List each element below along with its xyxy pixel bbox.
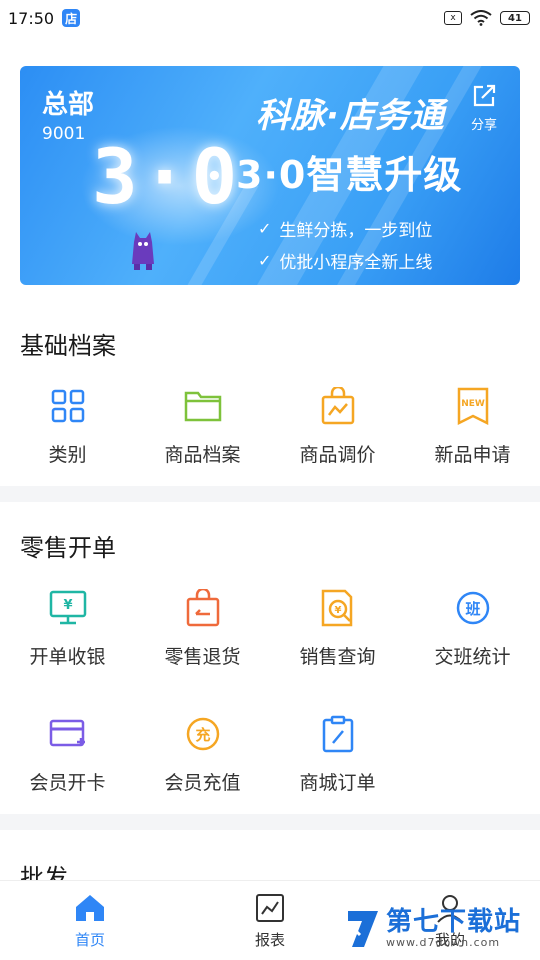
promo-banner[interactable]: 总部 9001 3·0 科脉·店务通 3·0智慧升级 ✓ 生鲜分拣，一步到位 ✓… bbox=[20, 66, 520, 285]
banner-feature-text: 优批小程序全新上线 bbox=[279, 253, 433, 273]
grid-item-label: 类别 bbox=[48, 444, 87, 466]
section-divider bbox=[0, 814, 540, 830]
retail-return-button[interactable]: 零售退货 bbox=[135, 588, 270, 669]
nav-label: 报表 bbox=[254, 931, 285, 949]
new-badge-text: NEW bbox=[461, 399, 485, 409]
mall-order-icon bbox=[322, 715, 353, 753]
grid-item-label: 商品档案 bbox=[164, 444, 241, 466]
section-basic-records: 基础档案 类别 商品档案 商品调价 NEW 新品申请 bbox=[0, 300, 540, 486]
mascot-illustration bbox=[132, 232, 154, 270]
watermark-title: 第七下载站 bbox=[386, 907, 522, 937]
cashier-monitor-icon: ¥ bbox=[49, 590, 86, 625]
home-icon bbox=[76, 895, 104, 921]
sim-off-icon: x bbox=[444, 11, 462, 25]
banner-feature-text: 生鲜分拣，一步到位 bbox=[279, 221, 433, 241]
sales-search-icon: ¥ bbox=[321, 589, 352, 627]
grid-item-label: 商品调价 bbox=[299, 444, 376, 466]
section-title: 零售开单 bbox=[20, 534, 116, 562]
grid-item-label: 交班统计 bbox=[434, 646, 511, 668]
new-product-request-button[interactable]: NEW 新品申请 bbox=[405, 386, 540, 467]
folder-icon bbox=[184, 391, 221, 422]
grid-item-label: 销售查询 bbox=[299, 646, 376, 668]
section-title: 批发 bbox=[20, 864, 68, 880]
sales-query-button[interactable]: ¥ 销售查询 bbox=[270, 588, 405, 669]
report-chart-icon bbox=[256, 894, 284, 922]
grid-item-label: 会员充值 bbox=[164, 772, 241, 794]
check-icon: ✓ bbox=[258, 219, 272, 238]
check-icon: ✓ bbox=[258, 251, 272, 270]
store-name: 总部 bbox=[42, 90, 95, 120]
checkout-button[interactable]: ¥ 开单收银 bbox=[0, 588, 135, 669]
grid-item-label: 新品申请 bbox=[434, 444, 511, 466]
shift-stats-icon: 班 bbox=[456, 591, 489, 625]
shift-char: 班 bbox=[465, 600, 480, 618]
banner-feature-2: ✓ 优批小程序全新上线 bbox=[258, 248, 432, 273]
banner-version-big: 3·0 bbox=[92, 132, 242, 221]
banner-upgrade-title: 3·0智慧升级 bbox=[236, 153, 463, 197]
new-badge-icon: NEW bbox=[457, 387, 488, 425]
price-bag-icon bbox=[321, 387, 354, 425]
grid-item-label: 零售退货 bbox=[164, 646, 241, 668]
grid-item-label: 商城订单 bbox=[299, 772, 376, 794]
price-adjust-button[interactable]: 商品调价 bbox=[270, 386, 405, 467]
category-grid-icon bbox=[51, 389, 84, 423]
store-code: 9001 bbox=[42, 124, 86, 144]
nav-label: 首页 bbox=[74, 931, 105, 949]
banner-feature-1: ✓ 生鲜分拣，一步到位 bbox=[258, 216, 432, 241]
battery-icon: 41 bbox=[500, 11, 530, 25]
grid-item-label: 开单收银 bbox=[29, 646, 106, 668]
share-icon bbox=[473, 84, 496, 107]
recharge-icon: 充 bbox=[186, 717, 219, 751]
member-recharge-button[interactable]: 充 会员充值 bbox=[135, 714, 270, 795]
section-title: 基础档案 bbox=[20, 332, 116, 360]
recharge-char: 充 bbox=[195, 726, 210, 744]
member-card-icon bbox=[49, 719, 85, 747]
watermark-logo-icon bbox=[348, 910, 378, 947]
grid-item-label: 会员开卡 bbox=[29, 772, 106, 794]
shift-stats-button[interactable]: 班 交班统计 bbox=[405, 588, 540, 669]
product-archive-button[interactable]: 商品档案 bbox=[135, 386, 270, 467]
watermark-url: www.d7down.com bbox=[386, 936, 501, 949]
section-wholesale: 批发 bbox=[0, 830, 540, 880]
yen-symbol: ¥ bbox=[334, 605, 341, 616]
category-button[interactable]: 类别 bbox=[0, 386, 135, 467]
wifi-icon bbox=[470, 10, 492, 26]
status-time: 17:50 bbox=[8, 8, 55, 28]
banner-brand: 科脉·店务通 bbox=[256, 96, 445, 136]
status-bar: 17:50 店 x 41 bbox=[0, 0, 540, 36]
share-label: 分享 bbox=[470, 118, 497, 133]
site-watermark: 第七下载站 www.d7down.com bbox=[346, 908, 521, 949]
return-bag-icon bbox=[186, 589, 219, 627]
mall-order-button[interactable]: 商城订单 bbox=[270, 714, 405, 795]
nav-home[interactable]: 首页 bbox=[50, 893, 130, 950]
nav-report[interactable]: 报表 bbox=[230, 893, 310, 950]
section-divider bbox=[0, 486, 540, 502]
store-app-icon: 店 bbox=[62, 9, 81, 27]
share-button[interactable]: 分享 bbox=[462, 82, 506, 133]
section-retail-billing: 零售开单 ¥ 开单收银 零售退货 ¥ 销售查询 班 交班统计 会员开卡 充 会员… bbox=[0, 502, 540, 814]
yen-symbol: ¥ bbox=[63, 598, 72, 613]
member-open-card-button[interactable]: 会员开卡 bbox=[0, 714, 135, 795]
